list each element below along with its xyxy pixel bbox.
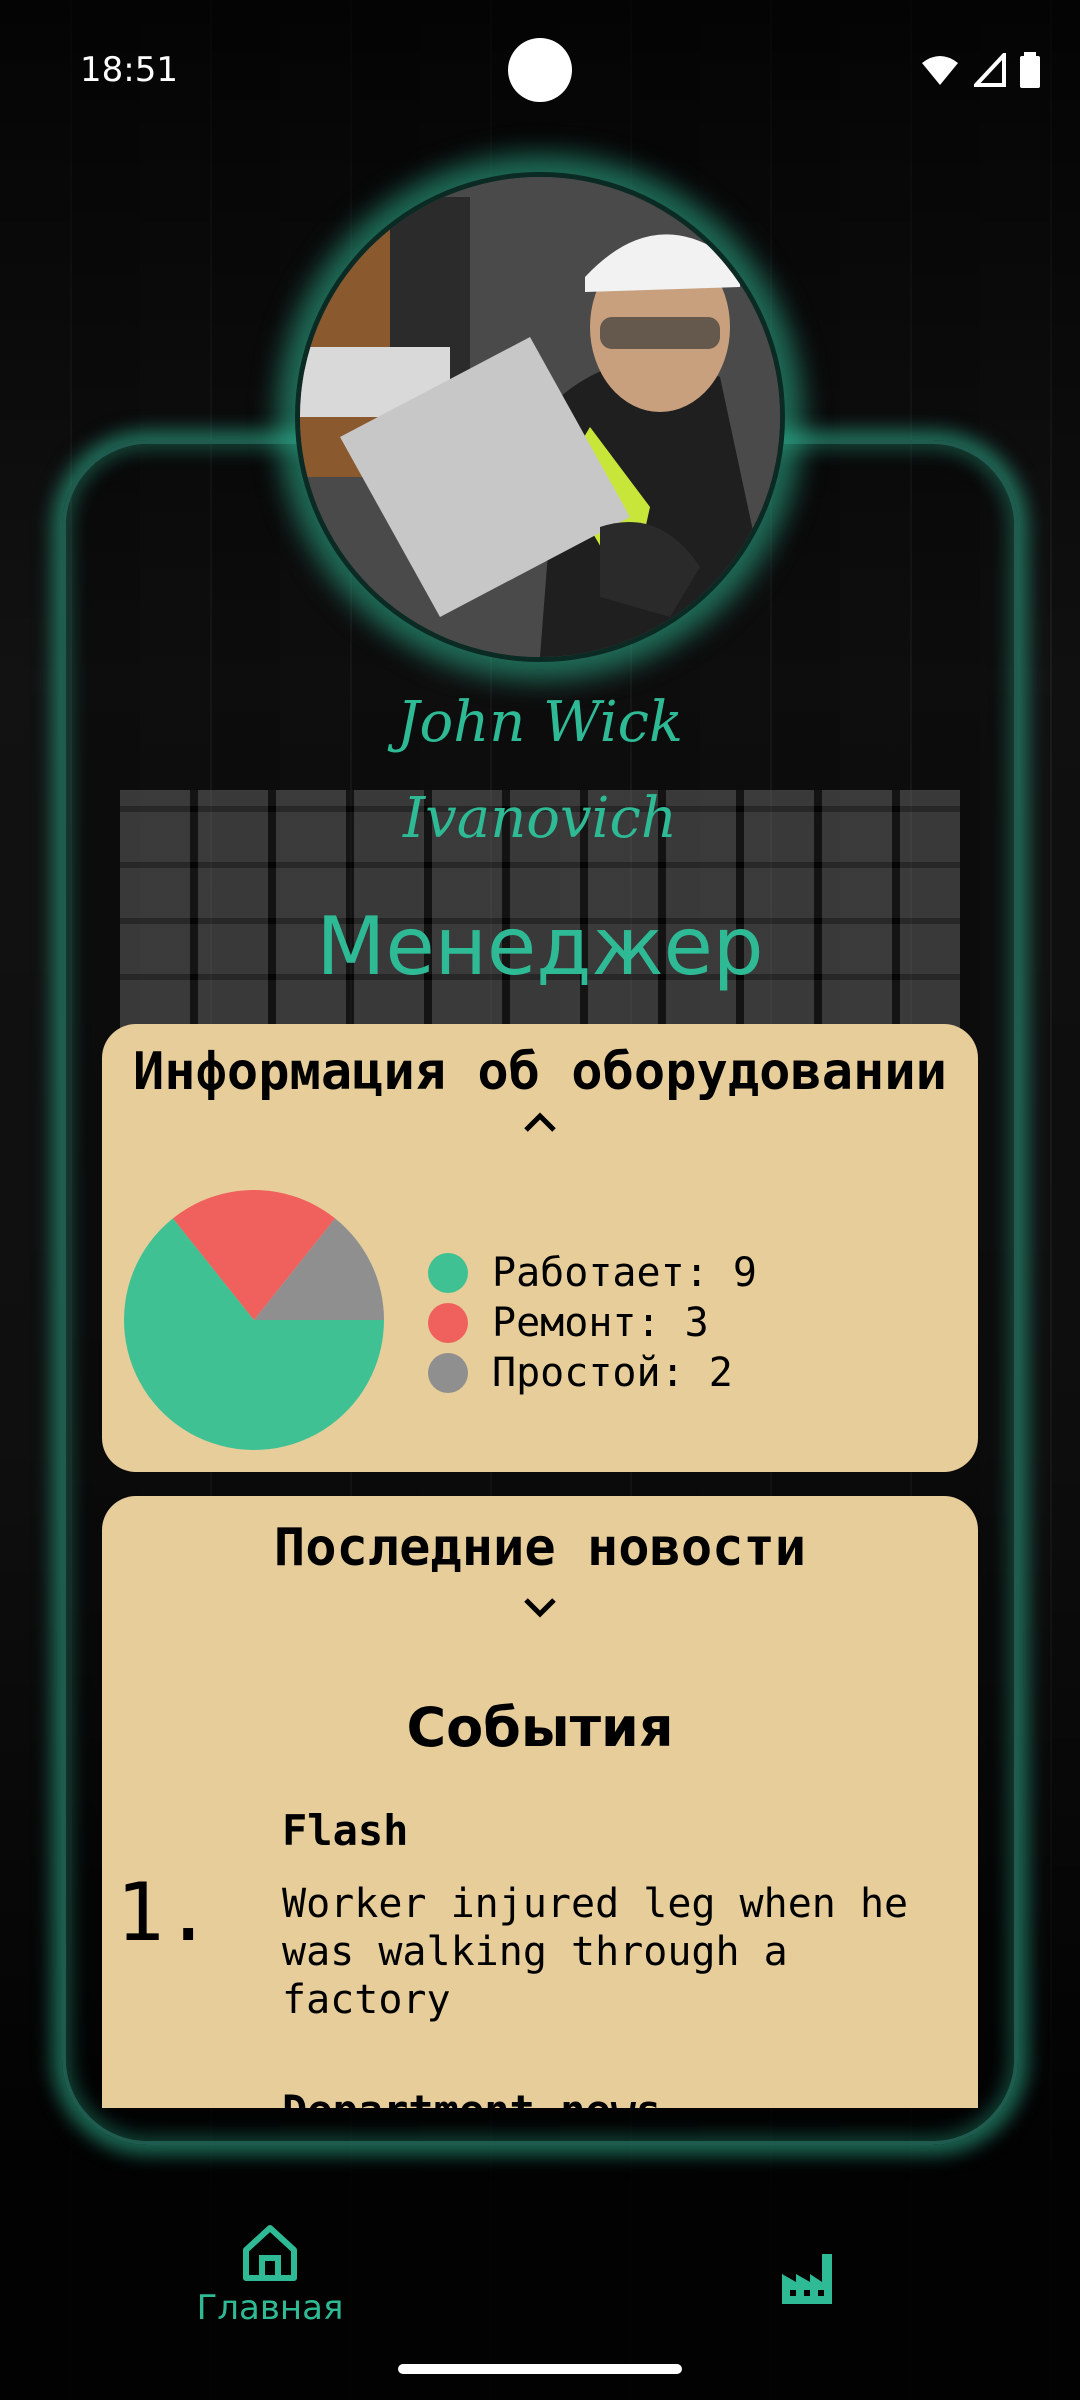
equipment-panel: Информация об оборудовании Работает: 9 Р… bbox=[102, 1024, 978, 1472]
avatar-photo bbox=[300, 177, 780, 657]
legend-label-repair: Ремонт: 3 bbox=[492, 1300, 709, 1346]
legend-label-idle: Простой: 2 bbox=[492, 1350, 733, 1396]
event-text: Worker injured leg when he was walking t… bbox=[282, 1881, 909, 2023]
camera-cutout bbox=[508, 38, 572, 102]
avatar[interactable] bbox=[300, 177, 780, 657]
legend-item-working: Работает: 9 bbox=[428, 1248, 757, 1298]
battery-icon bbox=[1020, 52, 1040, 88]
nav-home-tab[interactable]: Главная bbox=[190, 2222, 350, 2328]
legend-item-idle: Простой: 2 bbox=[428, 1348, 757, 1398]
legend-item-repair: Ремонт: 3 bbox=[428, 1298, 757, 1348]
bottom-navigation: Главная bbox=[0, 2210, 1080, 2350]
equipment-title: Информация об оборудовании bbox=[133, 1042, 947, 1102]
avatar-frame bbox=[295, 172, 785, 662]
equipment-pie-chart bbox=[123, 1190, 384, 1450]
legend-label-working: Работает: 9 bbox=[492, 1250, 757, 1296]
event-heading: Flash bbox=[282, 1806, 409, 1855]
home-icon bbox=[243, 2225, 297, 2281]
news-title: Последние новости bbox=[273, 1518, 807, 1578]
user-patronymic: Ivanovich bbox=[403, 786, 677, 851]
events-section-title: События bbox=[406, 1696, 674, 1759]
status-icons bbox=[920, 52, 1040, 88]
user-role: Менеджер bbox=[316, 900, 764, 993]
factory-icon[interactable] bbox=[778, 2248, 838, 2308]
legend-dot-working bbox=[428, 1253, 468, 1293]
nav-home-label: Главная bbox=[196, 2288, 344, 2328]
status-time: 18:51 bbox=[80, 50, 178, 90]
home-indicator[interactable] bbox=[398, 2364, 682, 2374]
user-first-last-name: John Wick bbox=[397, 690, 683, 755]
chevron-down-icon[interactable] bbox=[522, 1592, 558, 1620]
wifi-icon bbox=[922, 56, 958, 85]
event-heading-2: Department news bbox=[282, 2086, 661, 2108]
legend-dot-repair bbox=[428, 1303, 468, 1343]
news-panel: Последние новости События 1. Flash Worke… bbox=[102, 1496, 978, 2108]
legend-dot-idle bbox=[428, 1353, 468, 1393]
chevron-up-icon[interactable] bbox=[522, 1108, 558, 1136]
signal-icon bbox=[974, 53, 1006, 87]
equipment-legend: Работает: 9 Ремонт: 3 Простой: 2 bbox=[428, 1248, 757, 1398]
event-number: 1. bbox=[116, 1866, 213, 1959]
